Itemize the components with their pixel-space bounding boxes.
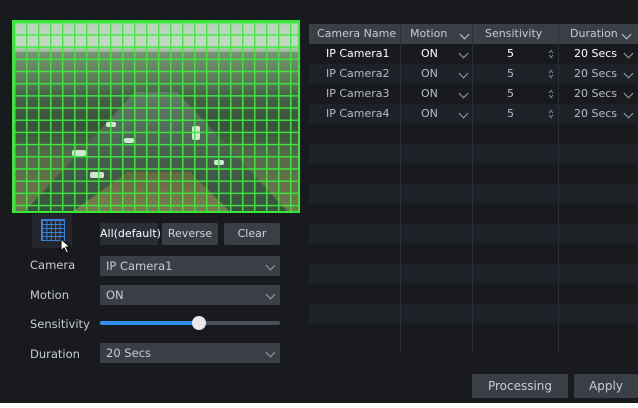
sensitivity-label: Sensitivity xyxy=(30,317,90,331)
chevron-down-icon[interactable] xyxy=(458,68,469,79)
chevron-down-icon xyxy=(265,289,276,300)
sensitivity-slider-fill xyxy=(100,321,199,325)
chevron-down-icon[interactable] xyxy=(623,48,634,59)
chevron-down-icon[interactable] xyxy=(458,48,469,59)
table-row[interactable]: IP Camera3 ON 5 20 Secs xyxy=(309,84,638,104)
spinner-icon[interactable] xyxy=(548,69,554,79)
spinner-icon[interactable] xyxy=(548,109,554,119)
empty-row xyxy=(309,164,638,184)
camera-label: Camera xyxy=(30,258,76,272)
duration-label: Duration xyxy=(30,347,80,361)
empty-row xyxy=(309,184,638,204)
row-sensitivity[interactable]: 5 xyxy=(507,84,514,104)
row-sensitivity[interactable]: 5 xyxy=(507,64,514,84)
column-header-duration[interactable]: Duration xyxy=(570,24,618,44)
motion-select-value: ON xyxy=(106,288,124,302)
column-divider xyxy=(400,24,401,352)
chevron-down-icon[interactable] xyxy=(458,88,469,99)
chevron-down-icon[interactable] xyxy=(458,108,469,119)
empty-row xyxy=(309,124,638,144)
camera-select-value: IP Camera1 xyxy=(106,259,173,273)
row-sensitivity[interactable]: 5 xyxy=(507,104,514,124)
row-motion[interactable]: ON xyxy=(421,84,438,104)
processing-mode-button[interactable]: Processing Mode xyxy=(472,374,568,398)
row-camera-name: IP Camera3 xyxy=(326,87,390,100)
column-divider xyxy=(558,24,559,352)
sensitivity-slider[interactable] xyxy=(100,316,280,330)
row-camera-name: IP Camera4 xyxy=(326,107,390,120)
column-header-motion[interactable]: Motion xyxy=(410,24,447,44)
column-header-camera-name[interactable]: Camera Name xyxy=(317,24,396,44)
camera-motion-table: Camera Name Motion Sensitivity Duration … xyxy=(309,20,638,352)
reverse-button[interactable]: Reverse xyxy=(162,223,218,245)
empty-row xyxy=(309,204,638,224)
row-motion[interactable]: ON xyxy=(421,64,438,84)
chevron-down-icon xyxy=(265,260,276,271)
chevron-down-icon[interactable] xyxy=(623,68,634,79)
row-motion[interactable]: ON xyxy=(421,104,438,124)
row-duration[interactable]: 20 Secs xyxy=(574,44,617,64)
motion-label: Motion xyxy=(30,288,69,302)
detection-grid-overlay[interactable] xyxy=(14,22,298,211)
camera-preview[interactable] xyxy=(12,20,300,213)
column-header-sensitivity[interactable]: Sensitivity xyxy=(485,24,542,44)
duration-select[interactable]: 20 Secs xyxy=(100,343,280,363)
camera-select[interactable]: IP Camera1 xyxy=(100,256,280,276)
duration-select-value: 20 Secs xyxy=(106,346,151,360)
chevron-down-icon[interactable] xyxy=(623,108,634,119)
select-all-button[interactable]: All(default) xyxy=(100,223,161,245)
sensitivity-slider-thumb[interactable] xyxy=(192,316,206,330)
table-row[interactable]: IP Camera2 ON 5 20 Secs xyxy=(309,64,638,84)
table-header: Camera Name Motion Sensitivity Duration xyxy=(309,24,638,44)
motion-detection-settings: All(default) Reverse Clear Camera IP Cam… xyxy=(0,0,638,403)
chevron-down-icon[interactable] xyxy=(459,29,470,40)
mouse-cursor-icon xyxy=(60,238,72,254)
empty-row xyxy=(309,224,638,244)
table-row[interactable]: IP Camera1 ON 5 20 Secs xyxy=(309,44,638,64)
spinner-icon[interactable] xyxy=(548,49,554,59)
row-camera-name: IP Camera1 xyxy=(326,47,390,60)
empty-row xyxy=(309,264,638,284)
apply-button[interactable]: Apply xyxy=(574,374,638,398)
empty-row xyxy=(309,144,638,164)
table-row[interactable]: IP Camera4 ON 5 20 Secs xyxy=(309,104,638,124)
motion-select[interactable]: ON xyxy=(100,285,280,305)
row-camera-name: IP Camera2 xyxy=(326,67,390,80)
row-duration[interactable]: 20 Secs xyxy=(574,64,617,84)
empty-row xyxy=(309,324,638,344)
column-divider xyxy=(472,24,473,352)
clear-button[interactable]: Clear xyxy=(224,223,280,245)
spinner-icon[interactable] xyxy=(548,89,554,99)
row-sensitivity[interactable]: 5 xyxy=(507,44,514,64)
chevron-down-icon[interactable] xyxy=(623,88,634,99)
chevron-down-icon xyxy=(265,347,276,358)
empty-row xyxy=(309,304,638,324)
row-duration[interactable]: 20 Secs xyxy=(574,104,617,124)
empty-row xyxy=(309,284,638,304)
row-motion[interactable]: ON xyxy=(421,44,438,64)
row-duration[interactable]: 20 Secs xyxy=(574,84,617,104)
chevron-down-icon[interactable] xyxy=(621,29,632,40)
empty-row xyxy=(309,244,638,264)
